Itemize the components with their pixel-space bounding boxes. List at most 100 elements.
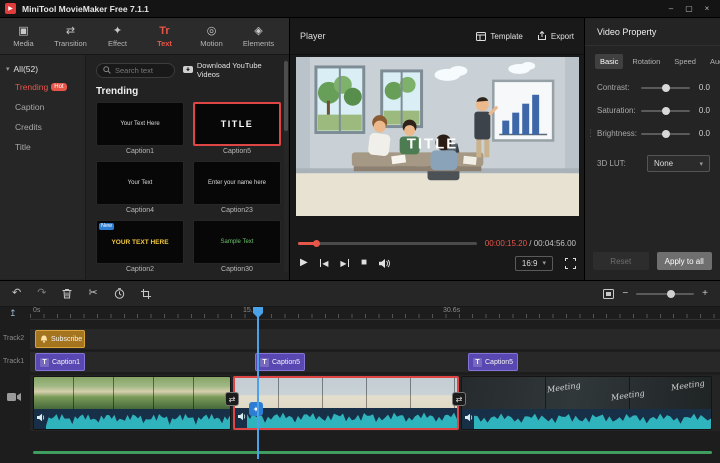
tab-transition[interactable]: ⇄ Transition xyxy=(47,18,94,54)
tab-effect[interactable]: ✦ Effect xyxy=(94,18,141,54)
element-clip-subscribe[interactable]: Subscribe xyxy=(35,330,85,348)
tab-rotation[interactable]: Rotation xyxy=(627,54,665,69)
template-thumbnail: Enter your name here xyxy=(193,161,281,205)
template-item[interactable]: Your Text Here Caption1 xyxy=(96,102,184,159)
apply-to-all-button[interactable]: Apply to all xyxy=(656,252,712,270)
speaker-icon[interactable] xyxy=(37,413,46,422)
text-clip-caption1[interactable]: T Caption1 xyxy=(35,353,85,371)
tab-media[interactable]: ▣ Media xyxy=(0,18,47,54)
track-row-2 xyxy=(30,329,720,349)
scroll-to-playhead-icon[interactable]: ↥ xyxy=(9,309,17,318)
split-icon[interactable]: ✂ xyxy=(88,288,97,299)
text-clip-caption5[interactable]: T Caption5 xyxy=(255,353,305,371)
slider-handle[interactable] xyxy=(661,129,670,138)
video-clip-chalkboard[interactable]: Meeting Meeting Meeting xyxy=(461,376,712,430)
stop-button[interactable]: ■ xyxy=(361,258,367,268)
template-item[interactable]: Enter your name here Caption23 xyxy=(193,161,281,218)
transition-indicator[interactable]: ⇄ xyxy=(225,392,239,406)
playhead[interactable] xyxy=(257,307,259,459)
track-row-1 xyxy=(30,352,720,372)
tab-elements[interactable]: ◈ Elements xyxy=(235,18,282,54)
volume-button[interactable] xyxy=(379,258,391,269)
lut-dropdown[interactable]: None ▾ xyxy=(647,155,710,172)
tab-basic[interactable]: Basic xyxy=(595,54,624,69)
clip-audio-waveform xyxy=(34,409,230,429)
zoom-fit-icon[interactable] xyxy=(603,288,615,299)
play-button[interactable]: ▶ xyxy=(300,258,308,268)
speed-icon[interactable] xyxy=(114,288,125,299)
slider-handle[interactable] xyxy=(661,83,670,92)
timeline-panel: ↶ ↷ ✂ − + ↥ 0s 15.6s 30.6s Track2 Track1… xyxy=(0,280,720,463)
video-preview[interactable]: TITLE xyxy=(296,57,579,216)
template-scrollbar[interactable] xyxy=(284,59,288,273)
template-grid: Your Text Here Caption1 TITLE Caption5 Y… xyxy=(96,102,281,279)
tab-motion[interactable]: ◎ Motion xyxy=(188,18,235,54)
sidebar-item-caption[interactable]: Caption xyxy=(0,97,85,117)
redo-icon[interactable]: ↷ xyxy=(37,288,46,299)
template-item-selected[interactable]: TITLE Caption5 xyxy=(193,102,281,159)
preview-title-text: TITLE xyxy=(407,135,458,152)
minimize-button[interactable]: – xyxy=(663,2,679,16)
caret-down-icon: ▾ xyxy=(6,66,10,73)
panel-resize-handle[interactable]: ⋮ xyxy=(586,128,595,139)
speaker-icon[interactable] xyxy=(238,412,247,421)
sidebar-item-credits[interactable]: Credits xyxy=(0,117,85,137)
zoom-slider-handle[interactable] xyxy=(666,289,675,298)
search-input[interactable]: Search text xyxy=(96,62,175,78)
previous-frame-button[interactable]: ◀ xyxy=(319,259,328,268)
tab-audio[interactable]: Audio xyxy=(705,54,720,69)
aspect-ratio-dropdown[interactable]: 16:9 ▾ xyxy=(514,255,553,271)
export-button[interactable]: Export xyxy=(537,31,574,41)
sidebar-item-title[interactable]: Title xyxy=(0,137,85,157)
tab-text[interactable]: Tr Text xyxy=(141,18,188,54)
brightness-slider[interactable] xyxy=(641,129,690,138)
template-item[interactable]: New YOUR TEXT HERE Caption2 xyxy=(96,220,184,277)
video-clip-meeting-selected[interactable] xyxy=(233,376,459,430)
template-list-panel: Search text Download YouTube Videos Tren… xyxy=(86,55,289,279)
undo-icon[interactable]: ↶ xyxy=(12,288,21,299)
sidebar-item-trending[interactable]: Trending Hot xyxy=(0,77,85,97)
playhead-effect-badge[interactable]: ✦ xyxy=(249,402,263,416)
timeline-ruler[interactable]: 0s 15.6s 30.6s xyxy=(30,307,720,320)
scrollbar-thumb[interactable] xyxy=(284,61,288,131)
reset-button[interactable]: Reset xyxy=(593,252,649,270)
delete-icon[interactable] xyxy=(62,288,72,299)
category-filter-dropdown[interactable]: ▾ All(52) xyxy=(0,61,85,77)
slider-handle[interactable] xyxy=(661,106,670,115)
video-clip-park[interactable] xyxy=(33,376,231,430)
tab-speed[interactable]: Speed xyxy=(669,54,701,69)
template-thumbnail: Your Text Here xyxy=(96,102,184,146)
timeline-zoom-slider[interactable] xyxy=(636,289,695,298)
saturation-slider[interactable] xyxy=(641,106,690,115)
maximize-button[interactable]: ▢ xyxy=(681,2,697,16)
template-thumbnail: TITLE xyxy=(193,102,281,146)
speaker-icon[interactable] xyxy=(465,413,474,422)
video-property-panel: Video Property ⋮ Basic Rotation Speed Au… xyxy=(585,18,720,280)
transition-indicator[interactable]: ⇄ xyxy=(452,392,466,406)
download-youtube-button[interactable]: Download YouTube Videos xyxy=(182,61,279,79)
zoom-in-button[interactable]: + xyxy=(702,288,708,299)
text-clip-caption5[interactable]: T Caption5 xyxy=(468,353,518,371)
music-track[interactable] xyxy=(33,451,712,454)
clip-audio-waveform xyxy=(235,408,457,428)
zoom-out-button[interactable]: − xyxy=(622,288,628,299)
contrast-value: 0.0 xyxy=(698,83,710,92)
text-icon: Tr xyxy=(159,24,170,37)
section-title: Trending xyxy=(96,86,139,97)
crop-icon[interactable] xyxy=(140,288,151,299)
template-item[interactable]: Your Text Caption4 xyxy=(96,161,184,218)
seek-bar[interactable] xyxy=(298,239,477,247)
contrast-slider[interactable] xyxy=(641,83,690,92)
element-clip-icon xyxy=(40,335,48,343)
template-item[interactable]: Sample Text Caption30 xyxy=(193,220,281,277)
text-clip-icon: T xyxy=(473,357,482,367)
close-button[interactable]: × xyxy=(699,2,715,16)
next-frame-button[interactable]: ▶ xyxy=(340,259,350,268)
player-title: Player xyxy=(300,31,326,41)
contrast-label: Contrast: xyxy=(597,83,630,92)
fullscreen-button[interactable] xyxy=(565,257,576,269)
export-icon xyxy=(537,31,547,41)
seek-handle[interactable] xyxy=(312,239,320,247)
app-logo-icon: ▶ xyxy=(5,3,16,14)
template-button[interactable]: Template xyxy=(476,31,523,41)
